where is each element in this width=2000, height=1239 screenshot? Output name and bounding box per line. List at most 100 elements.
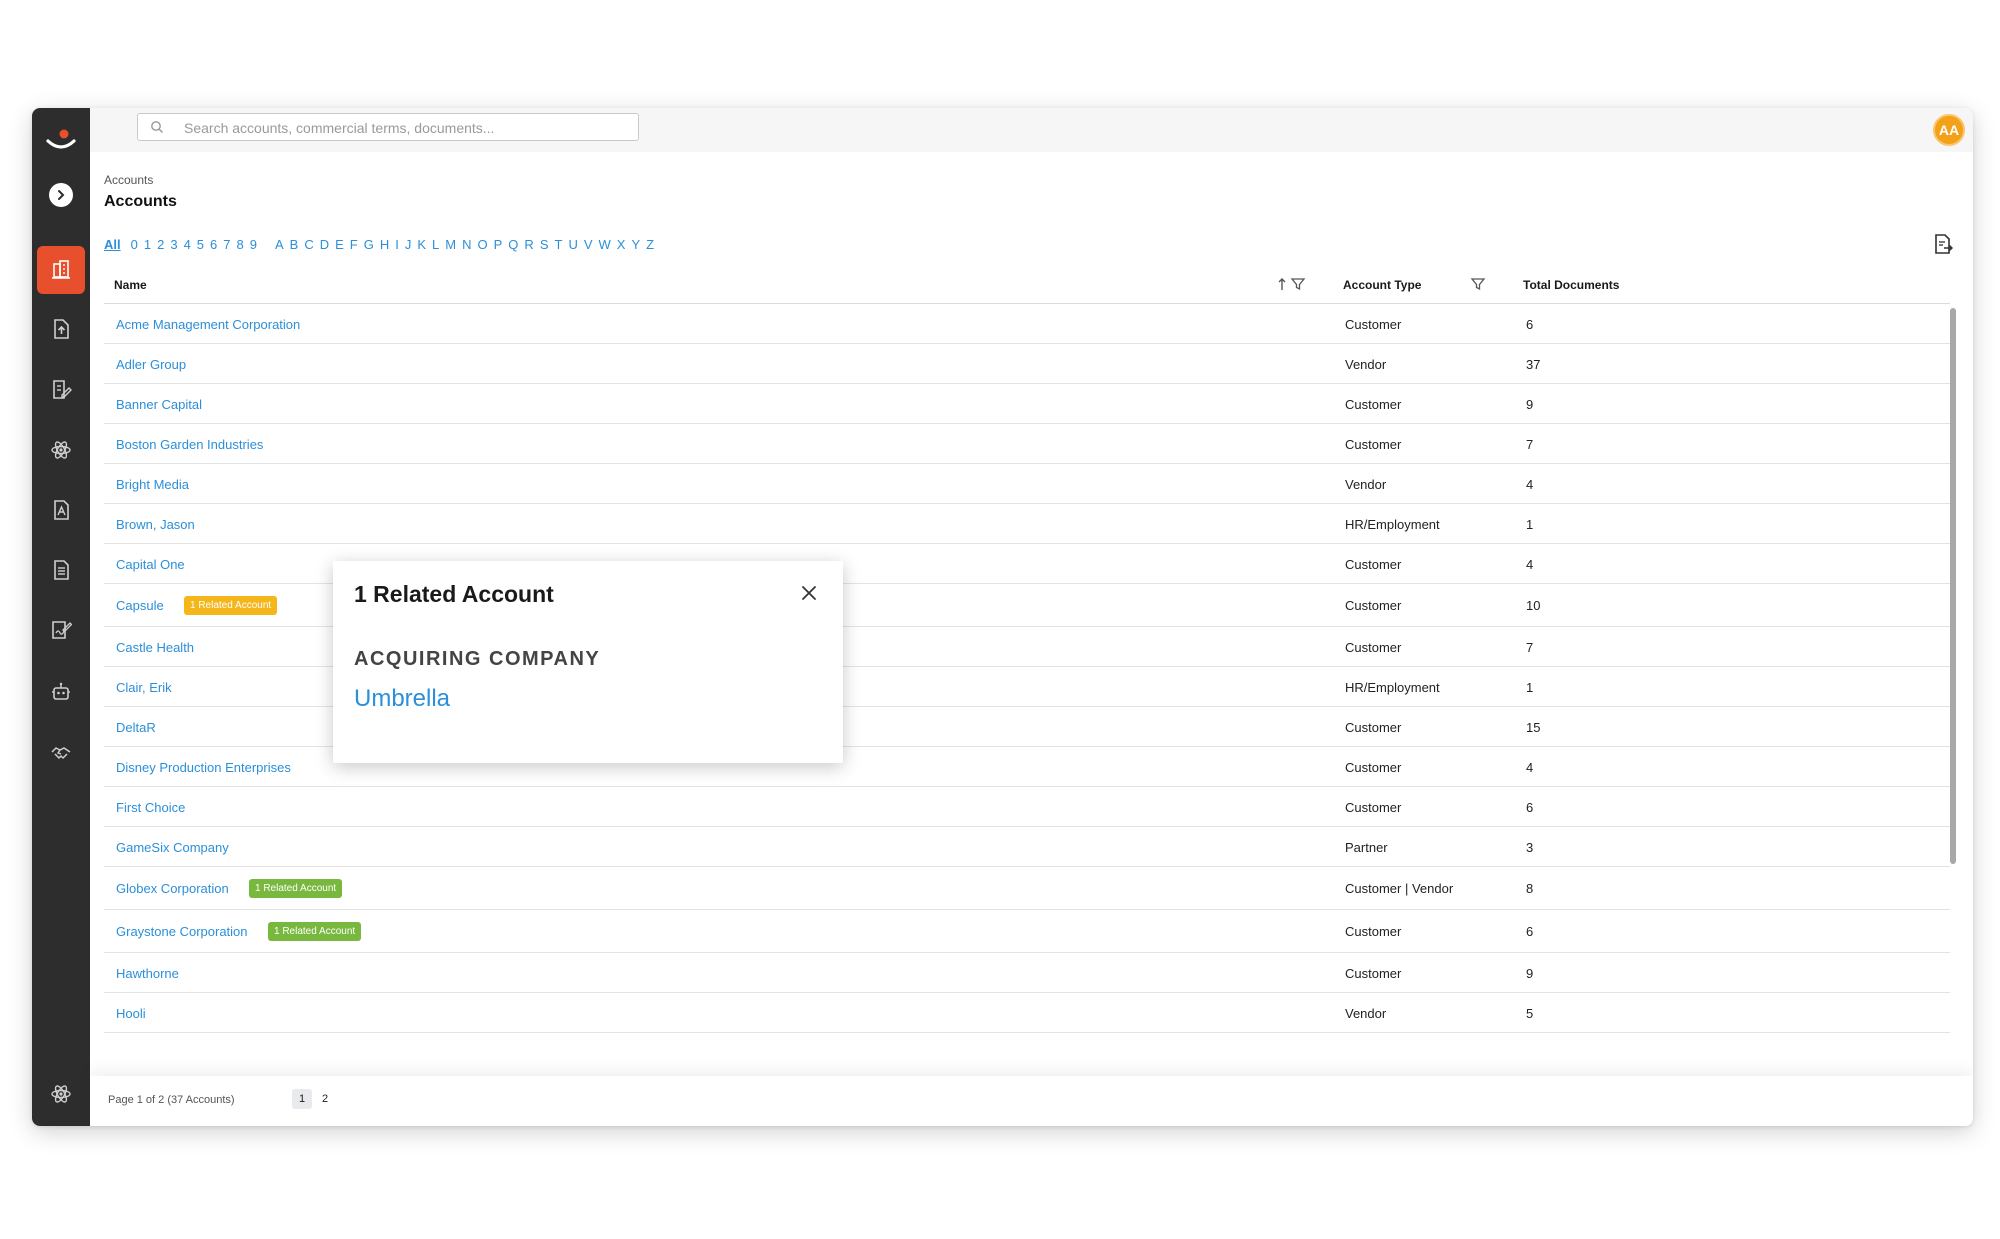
alpha-filter-h[interactable]: H	[380, 237, 389, 252]
account-name-link[interactable]: Disney Production Enterprises	[116, 760, 291, 775]
alpha-filter-7[interactable]: 7	[223, 237, 230, 252]
sidebar-item-ai[interactable]	[37, 426, 85, 474]
account-name-link[interactable]: Banner Capital	[116, 397, 202, 412]
table-row[interactable]: Globex Corporation 1 Related Account Custo…	[104, 867, 1950, 910]
alpha-filter-b[interactable]: B	[290, 237, 299, 252]
alpha-filter-2[interactable]: 2	[157, 237, 164, 252]
column-header-total-documents[interactable]: Total Documents	[1523, 278, 1619, 292]
table-row[interactable]: Bright Media Vendor 4	[104, 464, 1950, 504]
alpha-filter-w[interactable]: W	[599, 237, 611, 252]
page-button-1[interactable]: 1	[292, 1089, 312, 1109]
scrollbar[interactable]	[1948, 308, 1958, 1058]
alpha-filter-all[interactable]: All	[104, 237, 121, 252]
sidebar-item-review[interactable]	[37, 365, 85, 413]
alpha-filter-k[interactable]: K	[417, 237, 426, 252]
sidebar-item-upload[interactable]	[37, 305, 85, 353]
accounts-icon	[52, 260, 70, 279]
alpha-filter-1[interactable]: 1	[144, 237, 151, 252]
account-name-link[interactable]: Adler Group	[116, 357, 186, 372]
table-row[interactable]: Brown, Jason HR/Employment 1	[104, 504, 1950, 544]
alpha-filter-9[interactable]: 9	[250, 237, 257, 252]
table-row[interactable]: Boston Garden Industries Customer 7	[104, 424, 1950, 464]
alpha-filter-t[interactable]: T	[554, 237, 562, 252]
account-name-link[interactable]: Hooli	[116, 1006, 146, 1021]
filter-icon[interactable]	[1470, 276, 1486, 292]
alpha-filter-g[interactable]: G	[364, 237, 374, 252]
account-name-link[interactable]: Capital One	[116, 557, 185, 572]
table-row[interactable]: Graystone Corporation 1 Related Account Cu…	[104, 910, 1950, 953]
sidebar-item-contracts[interactable]	[37, 486, 85, 534]
export-document-icon[interactable]	[1932, 233, 1954, 255]
alpha-filter-i[interactable]: I	[395, 237, 399, 252]
table-row[interactable]: Acme Management Corporation Customer 6	[104, 304, 1950, 344]
breadcrumb[interactable]: Accounts	[104, 173, 153, 187]
column-header-account-type[interactable]: Account Type	[1343, 278, 1421, 292]
sort-ascending-icon[interactable]	[1274, 276, 1290, 292]
account-name-link[interactable]: Brown, Jason	[116, 517, 195, 532]
alpha-filter-o[interactable]: O	[478, 237, 488, 252]
alpha-filter-u[interactable]: U	[568, 237, 577, 252]
account-name-link[interactable]: Capsule	[116, 598, 164, 613]
account-name-link[interactable]: GameSix Company	[116, 840, 229, 855]
related-account-badge[interactable]: 1 Related Account	[184, 596, 278, 615]
account-name-link[interactable]: First Choice	[116, 800, 185, 815]
table-row[interactable]: Hooli Vendor 5	[104, 993, 1950, 1033]
column-header-name[interactable]: Name	[114, 278, 147, 292]
related-account-badge[interactable]: 1 Related Account	[249, 879, 343, 898]
table-row[interactable]: Banner Capital Customer 9	[104, 384, 1950, 424]
close-icon[interactable]	[797, 581, 821, 605]
table-row[interactable]: First Choice Customer 6	[104, 787, 1950, 827]
sidebar-item-partners[interactable]	[37, 729, 85, 777]
alpha-filter-x[interactable]: X	[617, 237, 626, 252]
alpha-filter-j[interactable]: J	[405, 237, 412, 252]
account-name-link[interactable]: Clair, Erik	[116, 680, 172, 695]
alpha-filter-3[interactable]: 3	[170, 237, 177, 252]
account-name-link[interactable]: Bright Media	[116, 477, 189, 492]
account-name-link[interactable]: Acme Management Corporation	[116, 317, 300, 332]
alpha-filter-4[interactable]: 4	[184, 237, 191, 252]
account-name-link[interactable]: Boston Garden Industries	[116, 437, 263, 452]
alpha-filter-c[interactable]: C	[304, 237, 313, 252]
alpha-filter-6[interactable]: 6	[210, 237, 217, 252]
alpha-filter-5[interactable]: 5	[197, 237, 204, 252]
table-row[interactable]: Adler Group Vendor 37	[104, 344, 1950, 384]
alpha-filter-l[interactable]: L	[432, 237, 439, 252]
scrollbar-thumb[interactable]	[1950, 308, 1956, 864]
alpha-filter-8[interactable]: 8	[237, 237, 244, 252]
sidebar-item-accounts[interactable]	[37, 246, 85, 294]
logo-icon[interactable]	[43, 126, 79, 156]
related-account-badge[interactable]: 1 Related Account	[268, 922, 362, 941]
alpha-filter-z[interactable]: Z	[646, 237, 654, 252]
alpha-filter-y[interactable]: Y	[631, 237, 640, 252]
alpha-filter-n[interactable]: N	[462, 237, 471, 252]
account-name-link[interactable]: Graystone Corporation	[116, 924, 248, 939]
table-row[interactable]: Hawthorne Customer 9	[104, 953, 1950, 993]
alpha-filter-p[interactable]: P	[494, 237, 503, 252]
related-account-link[interactable]: Umbrella	[354, 685, 450, 713]
sidebar-item-settings[interactable]	[37, 1070, 85, 1118]
search-input[interactable]	[182, 117, 626, 139]
page-button-2[interactable]: 2	[315, 1089, 335, 1109]
account-name-link[interactable]: Hawthorne	[116, 966, 179, 981]
alpha-filter-d[interactable]: D	[320, 237, 329, 252]
filter-icon[interactable]	[1290, 276, 1306, 292]
alpha-filter-a[interactable]: A	[275, 237, 284, 252]
search-box[interactable]	[137, 113, 639, 141]
user-avatar[interactable]: AA	[1933, 114, 1965, 146]
alpha-filter-0[interactable]: 0	[131, 237, 138, 252]
alpha-filter-r[interactable]: R	[524, 237, 533, 252]
alpha-filter-q[interactable]: Q	[508, 237, 518, 252]
sidebar-item-automation[interactable]	[37, 668, 85, 716]
account-name-link[interactable]: DeltaR	[116, 720, 156, 735]
alpha-filter-e[interactable]: E	[335, 237, 344, 252]
sidebar-item-reports[interactable]	[37, 546, 85, 594]
alpha-filter-m[interactable]: M	[445, 237, 456, 252]
alpha-filter-f[interactable]: F	[350, 237, 358, 252]
alpha-filter-s[interactable]: S	[540, 237, 549, 252]
account-name-link[interactable]: Castle Health	[116, 640, 194, 655]
alpha-filter-v[interactable]: V	[584, 237, 593, 252]
table-row[interactable]: GameSix Company Partner 3	[104, 827, 1950, 867]
sidebar-item-signatures[interactable]	[37, 605, 85, 653]
expand-sidebar-button[interactable]	[49, 183, 73, 207]
account-name-link[interactable]: Globex Corporation	[116, 881, 229, 896]
